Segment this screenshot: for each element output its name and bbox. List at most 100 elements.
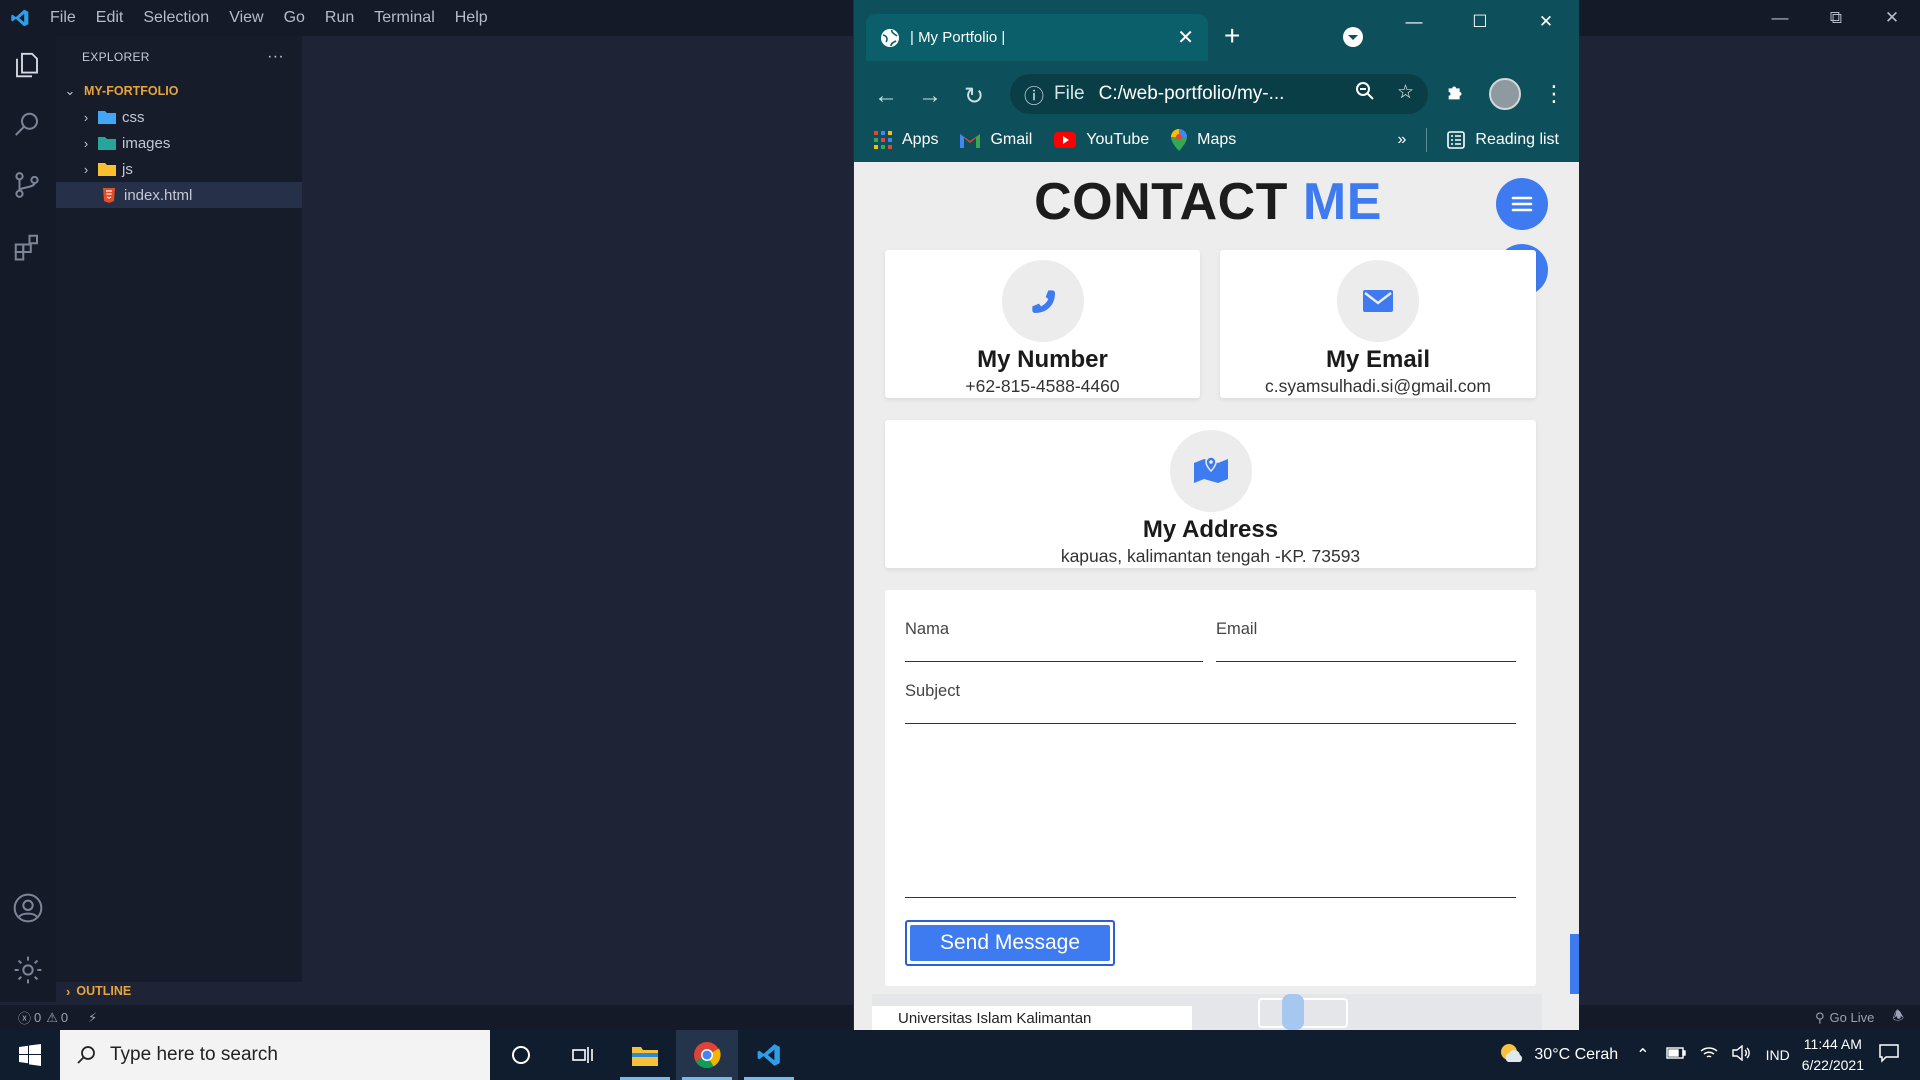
chevron-down-icon: ⌄ (64, 83, 76, 98)
battery-icon[interactable] (1665, 1046, 1686, 1064)
tree-item-images[interactable]: › images (56, 130, 302, 156)
browser-close-icon[interactable]: ✕ (1513, 0, 1579, 44)
tab-search-icon[interactable] (1342, 26, 1364, 53)
search-icon[interactable] (12, 110, 44, 142)
notification-icon[interactable] (1878, 1043, 1900, 1068)
address-bar[interactable]: ⓘ File C:/web-portfolio/my-... ☆ (1010, 74, 1428, 114)
settings-gear-icon[interactable] (12, 954, 44, 986)
title-accent: ME (1302, 173, 1382, 231)
task-view-icon[interactable] (552, 1030, 614, 1080)
go-live-button[interactable]: Go Live (1830, 1010, 1875, 1025)
menu-selection[interactable]: Selection (133, 9, 219, 27)
tree-item-js[interactable]: › js (56, 156, 302, 182)
taskbar-search[interactable]: Type here to search (60, 1030, 490, 1080)
restore-icon[interactable]: ⧉ (1808, 0, 1864, 36)
extensions-puzzle-icon[interactable] (1445, 81, 1467, 108)
tree-item-label: css (122, 108, 145, 126)
volume-icon[interactable] (1731, 1044, 1750, 1066)
extensions-icon[interactable] (12, 232, 44, 264)
browser-maximize-icon[interactable]: ☐ (1447, 0, 1513, 44)
tree-item-css[interactable]: › css (56, 104, 302, 130)
outline-label: OUTLINE (76, 984, 132, 998)
send-message-label: Send Message (910, 925, 1110, 961)
outline-section[interactable]: › OUTLINE (56, 980, 302, 1002)
email-field[interactable]: Email (1216, 620, 1516, 662)
send-message-button[interactable]: Send Message (905, 920, 1115, 966)
bookmark-maps[interactable]: Maps (1171, 129, 1236, 151)
address-url[interactable]: C:/web-portfolio/my-... (1099, 83, 1309, 105)
new-tab-icon[interactable]: + (1224, 20, 1240, 52)
start-button[interactable] (0, 1044, 60, 1066)
apps-grid-icon (874, 131, 892, 149)
bookmark-youtube[interactable]: YouTube (1054, 131, 1149, 149)
browser-menu-icon[interactable]: ⋮ (1543, 81, 1565, 107)
bookmark-apps[interactable]: Apps (874, 131, 938, 149)
bell-icon[interactable]: 🕭 (1892, 1007, 1904, 1029)
wifi-icon[interactable] (1700, 1046, 1718, 1065)
bookmark-star-icon[interactable]: ☆ (1397, 81, 1414, 107)
clock-time: 11:44 AM (1803, 1036, 1862, 1052)
info-icon[interactable]: ⓘ (1024, 80, 1044, 109)
menu-help[interactable]: Help (445, 9, 498, 27)
explorer-more-icon[interactable]: ··· (267, 48, 284, 66)
subject-placeholder: Subject (905, 682, 961, 700)
files-icon[interactable] (12, 50, 44, 82)
clock[interactable]: 11:44 AM 6/22/2021 (1802, 1034, 1864, 1076)
reading-list-button[interactable]: Reading list (1447, 131, 1559, 149)
root-folder-row[interactable]: ⌄ MY-FORTFOLIO (56, 78, 302, 104)
errors-icon[interactable]: ⓧ (18, 1008, 31, 1027)
weather-text[interactable]: 30°C Cerah (1534, 1046, 1618, 1064)
warnings-count[interactable]: 0 (61, 1010, 68, 1025)
bookmark-gmail[interactable]: Gmail (960, 131, 1032, 149)
address-scheme: File (1054, 83, 1085, 104)
chrome-icon[interactable] (676, 1030, 738, 1080)
tree-item-index-html[interactable]: index.html (56, 182, 302, 208)
tray-expand-icon[interactable]: ⌃ (1636, 1045, 1649, 1065)
menu-go[interactable]: Go (274, 9, 315, 27)
profile-avatar[interactable] (1489, 78, 1521, 110)
reload-icon[interactable]: ↻ (952, 82, 996, 111)
minimize-icon[interactable]: — (1752, 0, 1808, 36)
map-place-name: Universitas Islam Kalimantan (898, 1010, 1092, 1027)
search-icon (77, 1046, 95, 1064)
menu-file[interactable]: File (40, 9, 86, 27)
menu-view[interactable]: View (219, 9, 273, 27)
vscode-taskbar-icon[interactable] (738, 1030, 800, 1080)
weather-icon[interactable] (1498, 1042, 1524, 1069)
vscode-logo-icon (0, 8, 40, 28)
menu-run[interactable]: Run (315, 9, 364, 27)
zoom-icon[interactable] (1355, 81, 1375, 107)
language-indicator[interactable]: IND (1766, 1047, 1790, 1063)
name-field[interactable]: Nama (905, 620, 1203, 662)
vscode-menubar: File Edit Selection View Go Run Terminal… (40, 9, 498, 27)
search-placeholder: Type here to search (110, 1044, 278, 1065)
activity-bar (0, 36, 56, 1002)
file-explorer-icon[interactable] (614, 1030, 676, 1080)
hamburger-menu-button[interactable] (1496, 178, 1548, 230)
forward-icon[interactable]: → (908, 82, 952, 110)
bookmark-label: Maps (1197, 131, 1237, 148)
errors-count[interactable]: 0 (34, 1010, 41, 1025)
explorer-header: EXPLORER ··· (56, 36, 302, 78)
embedded-map[interactable]: Universitas Islam Kalimantan (872, 994, 1542, 1030)
browser-minimize-icon[interactable]: — (1381, 0, 1447, 44)
email-placeholder: Email (1216, 620, 1258, 638)
page-scrollbar-thumb[interactable] (1570, 934, 1579, 994)
live-share-icon[interactable]: ⚡ (88, 1010, 97, 1026)
browser-tab[interactable]: | My Portfolio | ✕ (866, 14, 1208, 61)
source-control-icon[interactable] (12, 170, 44, 202)
globe-icon (881, 28, 899, 47)
cortana-icon[interactable] (490, 1030, 552, 1080)
menu-terminal[interactable]: Terminal (364, 9, 444, 27)
bookmarks-more-icon[interactable]: » (1397, 131, 1406, 149)
account-icon[interactable] (12, 892, 44, 924)
close-icon[interactable]: ✕ (1864, 0, 1920, 36)
warnings-icon[interactable]: ⚠ (46, 1010, 58, 1026)
title-main: CONTACT (1034, 173, 1288, 231)
menu-edit[interactable]: Edit (86, 9, 134, 27)
name-placeholder: Nama (905, 620, 950, 638)
subject-field[interactable]: Subject (905, 682, 1516, 724)
tab-close-icon[interactable]: ✕ (1177, 25, 1194, 50)
message-textarea[interactable] (905, 738, 1516, 898)
back-icon[interactable]: ← (864, 82, 908, 110)
